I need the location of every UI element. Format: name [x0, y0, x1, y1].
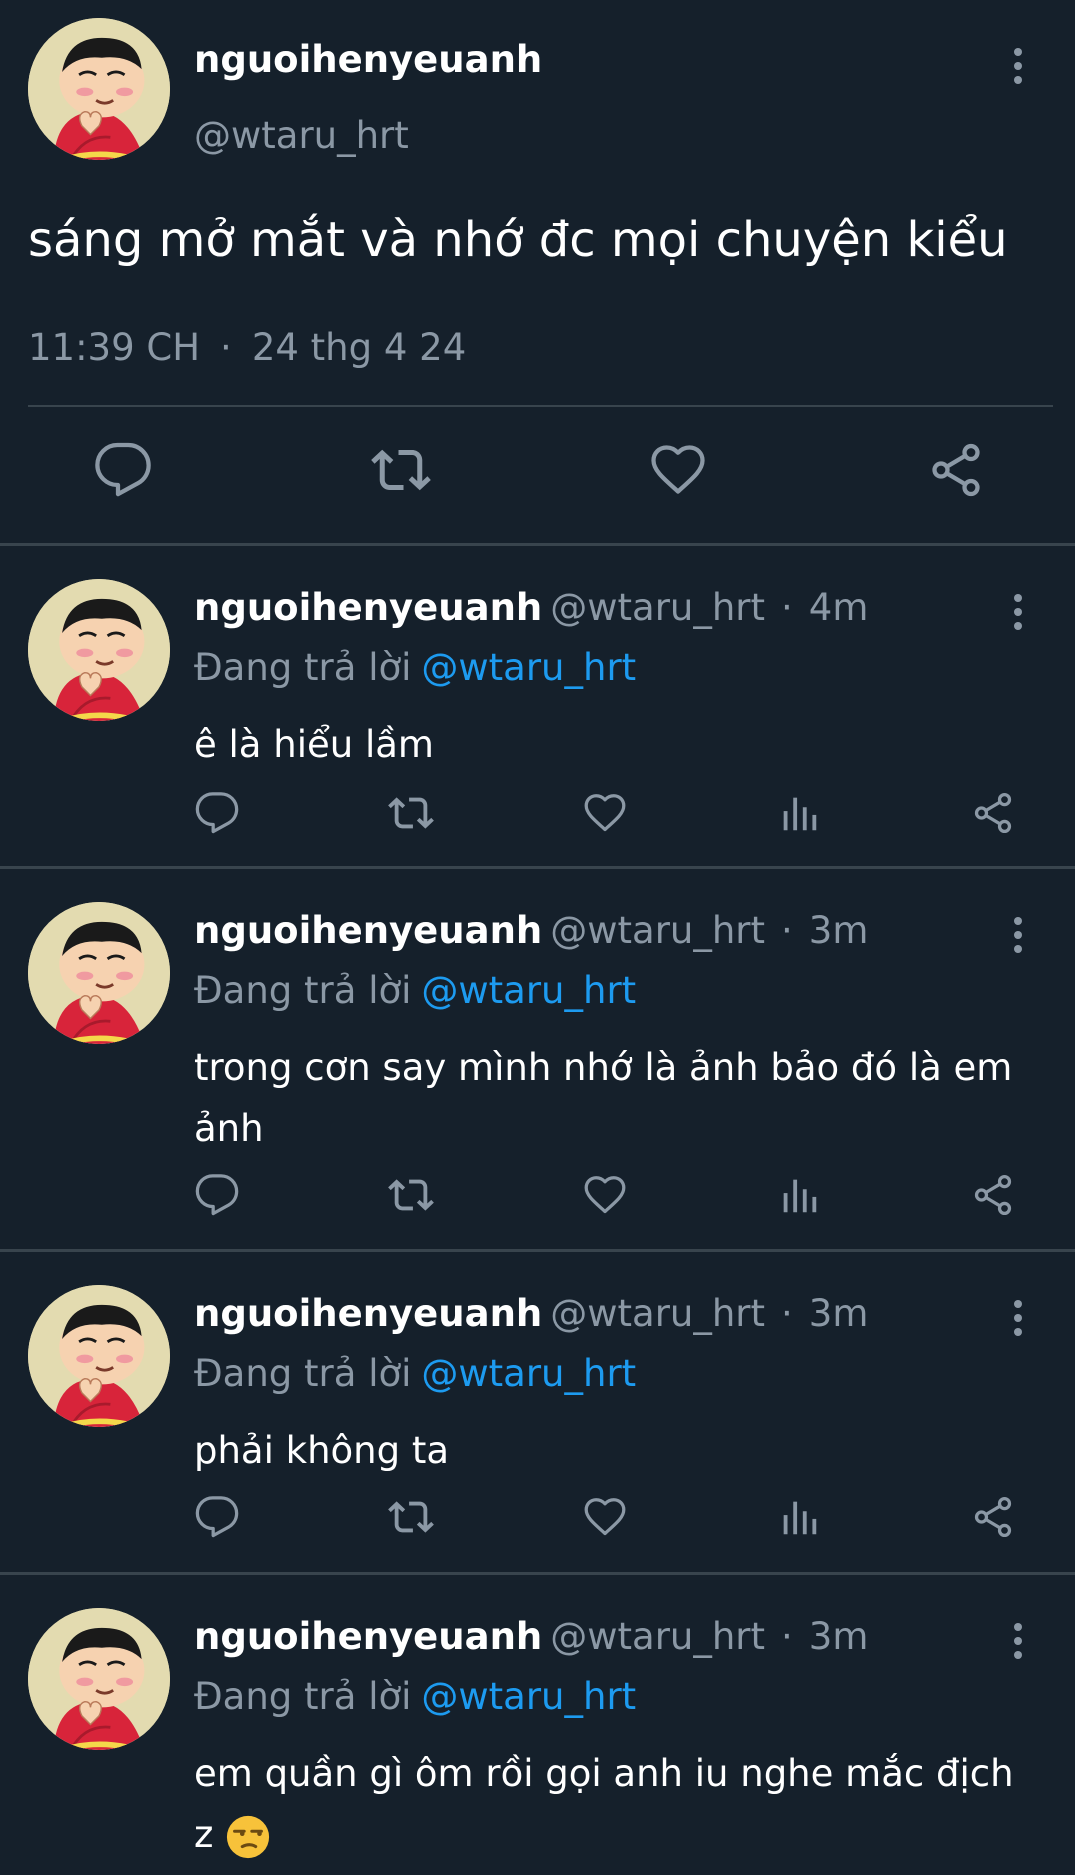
replying-label: Đang trả lời: [194, 1675, 412, 1718]
reply-actions: [194, 1494, 1075, 1544]
reply-header: nguoihenyeuanh @wtaru_hrt · 3m: [194, 909, 868, 952]
display-name[interactable]: nguoihenyeuanh: [194, 909, 542, 952]
reply-text: em quần gì ôm rồi gọi anh iu nghe mắc đị…: [194, 1752, 1014, 1856]
reply-text: trong cơn say mình nhớ là ảnh bảo đó là …: [194, 1046, 1013, 1150]
user-handle[interactable]: @wtaru_hrt: [194, 114, 409, 157]
avatar[interactable]: [28, 902, 170, 1044]
replying-label: Đang trả lời: [194, 1352, 412, 1395]
mention-link[interactable]: @wtaru_hrt: [421, 646, 636, 689]
reply-actions: [194, 790, 1075, 840]
divider: [28, 405, 1053, 407]
replying-to: Đang trả lời @wtaru_hrt: [194, 1352, 636, 1395]
more-options-icon[interactable]: [1008, 594, 1028, 630]
display-name[interactable]: nguoihenyeuanh: [194, 586, 542, 629]
reply-icon[interactable]: [194, 1172, 240, 1218]
reply-text: ê là hiểu lầm: [194, 723, 434, 766]
views-icon[interactable]: [776, 790, 822, 836]
display-name[interactable]: nguoihenyeuanh: [194, 38, 542, 81]
avatar[interactable]: [28, 1285, 170, 1427]
replying-to: Đang trả lời @wtaru_hrt: [194, 969, 636, 1012]
display-name[interactable]: nguoihenyeuanh: [194, 1292, 542, 1335]
unamused-face-emoji: [225, 1814, 271, 1860]
replying-label: Đang trả lời: [194, 969, 412, 1012]
retweet-icon[interactable]: [388, 1172, 434, 1218]
reply-time[interactable]: 3m: [809, 1615, 869, 1658]
like-icon[interactable]: [582, 790, 628, 836]
avatar[interactable]: [28, 1608, 170, 1750]
reply-icon[interactable]: [93, 440, 153, 500]
share-icon[interactable]: [970, 790, 1016, 836]
like-icon[interactable]: [582, 1494, 628, 1540]
reply-header: nguoihenyeuanh @wtaru_hrt · 3m: [194, 1615, 868, 1658]
reply-tweet[interactable]: nguoihenyeuanh @wtaru_hrt · 3m Đang trả lời…: [0, 1252, 1075, 1575]
retweet-icon[interactable]: [388, 790, 434, 836]
retweet-icon[interactable]: [371, 440, 431, 500]
main-tweet: nguoihenyeuanh @wtaru_hrt sáng mở mắt và…: [0, 0, 1075, 543]
share-icon[interactable]: [970, 1494, 1016, 1540]
replying-to: Đang trả lời @wtaru_hrt: [194, 646, 636, 689]
user-handle[interactable]: @wtaru_hrt: [550, 1615, 765, 1658]
replying-label: Đang trả lời: [194, 646, 412, 689]
avatar[interactable]: [28, 18, 170, 160]
tweet-text: sáng mở mắt và nhớ đc mọi chuyện kiểu: [28, 212, 1008, 268]
mention-link[interactable]: @wtaru_hrt: [421, 1352, 636, 1395]
reply-time[interactable]: 4m: [809, 586, 869, 629]
share-icon[interactable]: [926, 440, 986, 500]
reply-icon[interactable]: [194, 1494, 240, 1540]
reply-time[interactable]: 3m: [809, 909, 869, 952]
avatar[interactable]: [28, 579, 170, 721]
reply-tweet[interactable]: nguoihenyeuanh @wtaru_hrt · 3m Đang trả lời…: [0, 869, 1075, 1252]
mention-link[interactable]: @wtaru_hrt: [421, 969, 636, 1012]
share-icon[interactable]: [970, 1172, 1016, 1218]
reply-icon[interactable]: [194, 790, 240, 836]
reply-tweet[interactable]: nguoihenyeuanh @wtaru_hrt · 4m Đang trả lời…: [0, 546, 1075, 869]
meta-separator: ·: [781, 1292, 793, 1335]
tweet-time: 11:39 CH: [28, 326, 201, 369]
views-icon[interactable]: [776, 1172, 822, 1218]
user-handle[interactable]: @wtaru_hrt: [550, 1292, 765, 1335]
tweet-actions: [0, 440, 1075, 508]
reply-actions: [194, 1172, 1075, 1222]
more-options-icon[interactable]: [1008, 917, 1028, 953]
display-name[interactable]: nguoihenyeuanh: [194, 1615, 542, 1658]
reply-header: nguoihenyeuanh @wtaru_hrt · 3m: [194, 1292, 868, 1335]
reply-text: phải không ta: [194, 1429, 450, 1472]
meta-separator: ·: [781, 1615, 793, 1658]
tweet-date[interactable]: 24 thg 4 24: [252, 326, 466, 369]
retweet-icon[interactable]: [388, 1494, 434, 1540]
meta-separator: ·: [220, 326, 232, 369]
meta-separator: ·: [781, 909, 793, 952]
like-icon[interactable]: [582, 1172, 628, 1218]
mention-link[interactable]: @wtaru_hrt: [421, 1675, 636, 1718]
reply-text-container: em quần gì ôm rồi gọi anh iu nghe mắc đị…: [194, 1743, 1034, 1865]
user-handle[interactable]: @wtaru_hrt: [550, 909, 765, 952]
reply-time[interactable]: 3m: [809, 1292, 869, 1335]
views-icon[interactable]: [776, 1494, 822, 1540]
meta-separator: ·: [781, 586, 793, 629]
like-icon[interactable]: [648, 440, 708, 500]
reply-header: nguoihenyeuanh @wtaru_hrt · 4m: [194, 586, 868, 629]
reply-tweet[interactable]: nguoihenyeuanh @wtaru_hrt · 3m Đang trả lời…: [0, 1575, 1075, 1875]
replying-to: Đang trả lời @wtaru_hrt: [194, 1675, 636, 1718]
more-options-icon[interactable]: [1008, 48, 1028, 84]
avatar-image: [28, 18, 170, 160]
more-options-icon[interactable]: [1008, 1300, 1028, 1336]
user-handle[interactable]: @wtaru_hrt: [550, 586, 765, 629]
tweet-timestamp: 11:39 CH · 24 thg 4 24: [28, 326, 466, 369]
more-options-icon[interactable]: [1008, 1623, 1028, 1659]
